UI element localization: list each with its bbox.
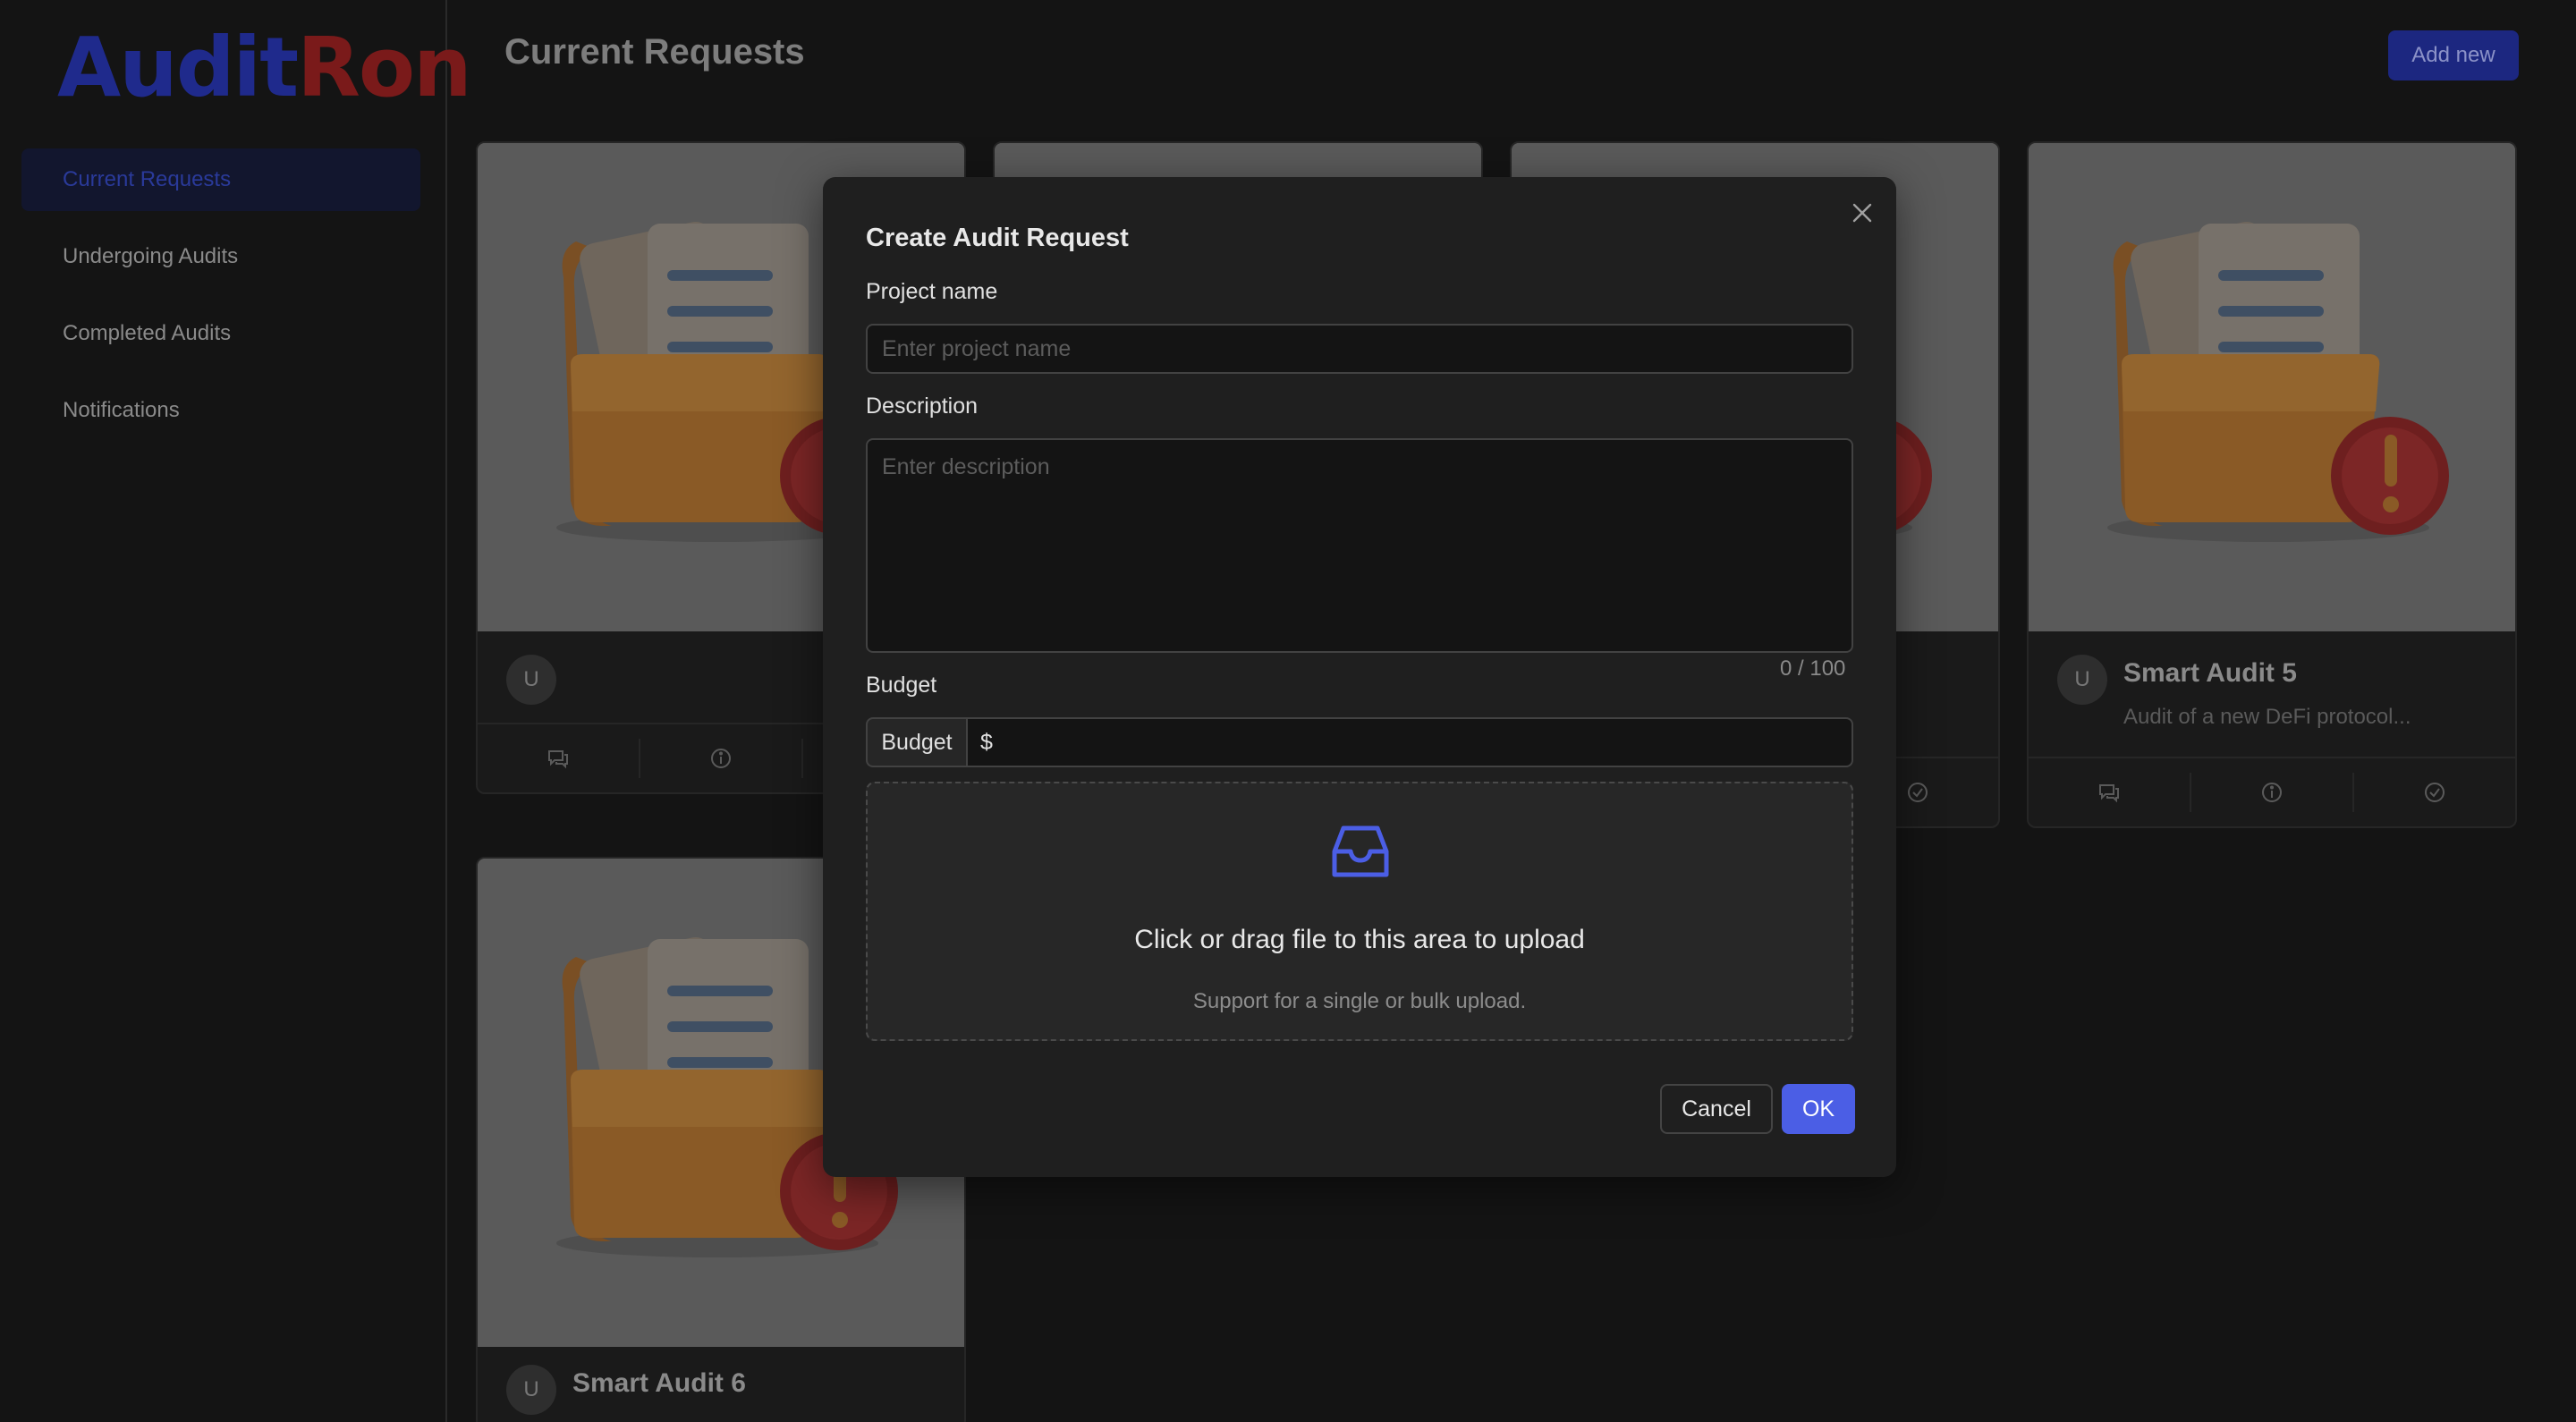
budget-label: Budget [866,673,937,698]
upload-hint: Support for a single or bulk upload. [1192,989,1527,1013]
app-logo[interactable]: AuditRon [57,27,472,109]
card-description: Audit of a new DeFi protocol... [2123,705,2411,729]
avatar: U [506,1365,556,1415]
info-icon[interactable] [2191,773,2354,812]
sidebar-item-notifications[interactable]: Notifications [21,379,420,442]
description-textarea[interactable]: Enter description [866,438,1853,653]
add-new-button[interactable]: Add new [2388,30,2519,80]
card-title: Smart Audit 5 [2123,658,2297,688]
card-title: Smart Audit 6 [572,1368,746,1398]
sidebar: AuditRon Current Requests Undergoing Aud… [0,0,472,1422]
card-meta: U Smart Audit 5 Audit of a new DeFi prot… [2029,631,2515,729]
sidebar-item-undergoing-audits[interactable]: Undergoing Audits [21,225,420,288]
description-label: Description [866,394,979,419]
card-actions [2029,757,2515,826]
folder-alert-illustration [2029,143,2517,631]
comment-icon[interactable] [478,739,640,778]
project-name-label: Project name [866,279,998,304]
budget-addon: Budget [866,717,966,767]
avatar: U [506,655,556,705]
upload-dropzone[interactable]: Click or drag file to this area to uploa… [866,782,1853,1041]
avatar: U [2057,655,2107,705]
logo-part-ron: Ron [297,20,472,115]
inbox-icon [1332,825,1389,877]
budget-input-group: Budget $ [866,717,1853,767]
request-card[interactable]: U Smart Audit 5 Audit of a new DeFi prot… [2027,141,2517,828]
project-name-input[interactable]: Enter project name [866,324,1853,374]
close-icon[interactable] [1844,195,1880,231]
info-icon[interactable] [640,739,803,778]
sidebar-nav: Current Requests Undergoing Audits Compl… [21,148,420,456]
create-audit-modal: Create Audit Request Project name Enter … [823,177,1896,1177]
char-counter: 0 / 100 [1780,656,1846,681]
page-title: Current Requests [504,32,805,72]
card-image [2029,143,2515,631]
logo-part-audit: Audit [57,20,299,115]
cancel-button[interactable]: Cancel [1660,1084,1773,1134]
ok-button[interactable]: OK [1782,1084,1855,1134]
modal-title: Create Audit Request [866,224,1129,252]
sidebar-item-current-requests[interactable]: Current Requests [21,148,420,211]
upload-text: Click or drag file to this area to uploa… [1134,925,1585,954]
comment-icon[interactable] [2029,773,2191,812]
budget-input[interactable]: $ [966,717,1853,767]
card-meta: U Smart Audit 6 [478,1347,964,1422]
sidebar-item-completed-audits[interactable]: Completed Audits [21,302,420,365]
check-circle-icon[interactable] [2354,773,2515,812]
